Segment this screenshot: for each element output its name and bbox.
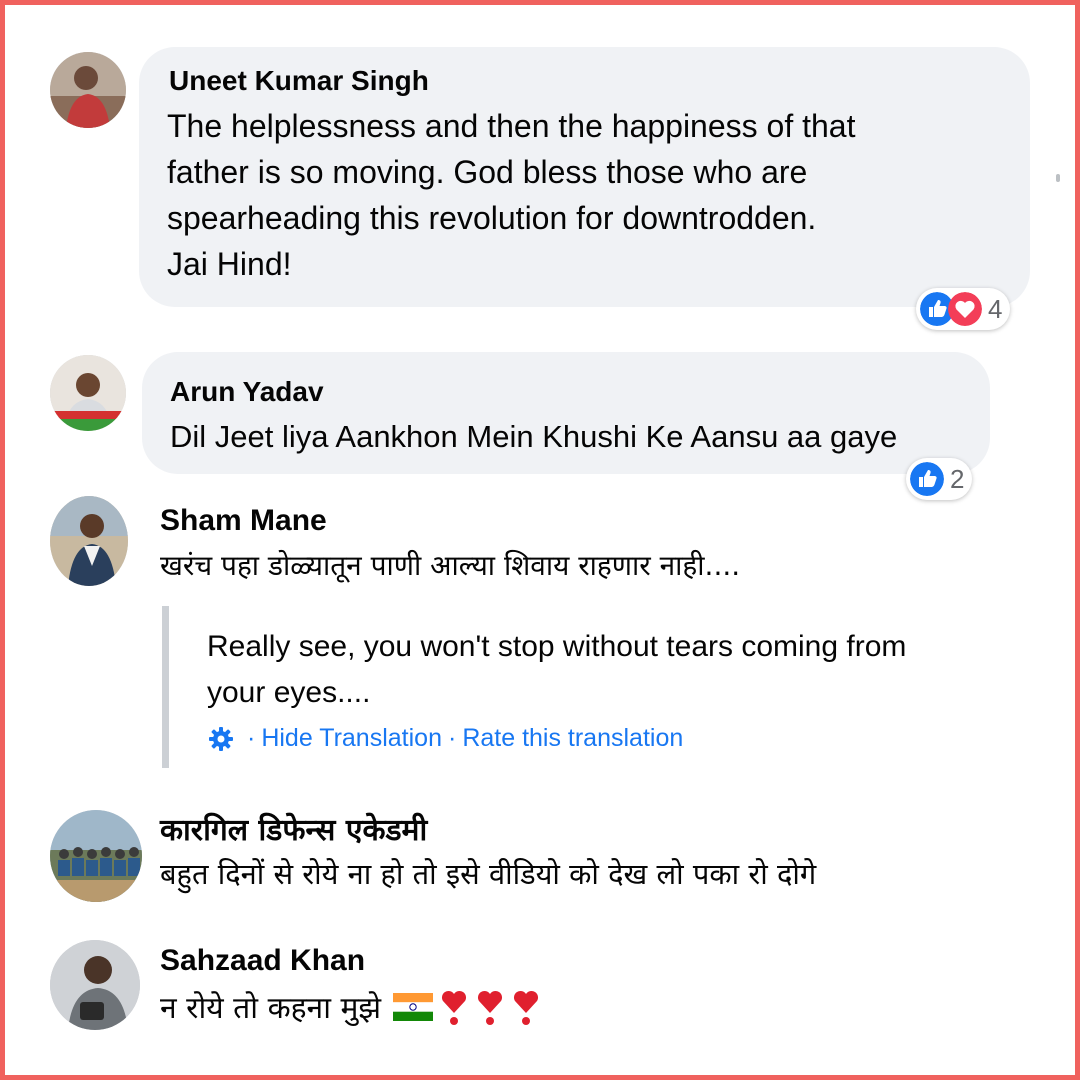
comment-text: The helplessness and then the happiness … (167, 103, 855, 287)
avatar-uneet[interactable] (50, 52, 126, 128)
love-icon (948, 292, 982, 326)
reactions-badge[interactable]: 2 (906, 458, 973, 500)
hide-translation-link[interactable]: Hide Translation (261, 724, 442, 753)
avatar-arun[interactable] (50, 355, 126, 431)
reaction-count: 2 (950, 463, 965, 494)
reaction-count: 4 (988, 293, 1003, 324)
comment-line: Jai Hind! (167, 246, 292, 282)
comment-author[interactable]: Sham Mane (160, 504, 327, 538)
comment-text: खरंच पहा डोळ्यातून पाणी आल्या शिवाय राहण… (160, 549, 741, 582)
avatar-sham[interactable] (50, 496, 128, 586)
comment-text-row: न रोये तो कहना मुझे (160, 986, 541, 1027)
comment-line: father is so moving. God bless those who… (167, 154, 808, 190)
separator: · (447, 724, 457, 752)
comment-text: Dil Jeet liya Aankhon Mein Khushi Ke Aan… (170, 419, 898, 454)
comment-author[interactable]: Uneet Kumar Singh (169, 65, 429, 97)
heart-exclamation-icon (478, 990, 503, 1025)
comment-author[interactable]: कारगिल डिफेन्स एकेडमी (160, 808, 427, 849)
scroll-marker (1056, 174, 1060, 182)
comment-line: The helplessness and then the happiness … (167, 108, 856, 144)
heart-exclamation-icon (514, 990, 539, 1025)
comment-author[interactable]: Arun Yadav (170, 376, 324, 408)
separator: · (247, 724, 256, 752)
comment-author[interactable]: Sahzaad Khan (160, 944, 365, 978)
translation-links: · Hide Translation · Rate this translati… (207, 724, 683, 753)
comment-text: बहुत दिनों से रोये ना हो तो इसे वीडियो क… (160, 857, 817, 891)
gear-icon[interactable] (207, 725, 235, 753)
comment-bubble-arun: Arun Yadav Dil Jeet liya Aankhon Mein Kh… (142, 352, 990, 474)
translation-line: your eyes.... (207, 676, 371, 709)
heart-exclamation-icon (442, 990, 467, 1025)
india-flag-icon (393, 992, 434, 1021)
comment-bubble-uneet: Uneet Kumar Singh The helplessness and t… (139, 47, 1030, 307)
reactions-badge[interactable]: 4 (916, 288, 1011, 330)
comment-line: spearheading this revolution for downtro… (167, 200, 817, 236)
translation-line: Really see, you won't stop without tears… (207, 630, 907, 663)
comment-text: न रोये तो कहना मुझे (160, 991, 382, 1026)
avatar-sahzaad[interactable] (50, 940, 140, 1030)
like-icon (910, 462, 944, 496)
translation-block: Really see, you won't stop without tears… (162, 606, 982, 768)
rate-translation-link[interactable]: Rate this translation (462, 724, 683, 753)
translation-text: Really see, you won't stop without tears… (207, 624, 977, 716)
avatar-kargil[interactable] (50, 810, 142, 902)
